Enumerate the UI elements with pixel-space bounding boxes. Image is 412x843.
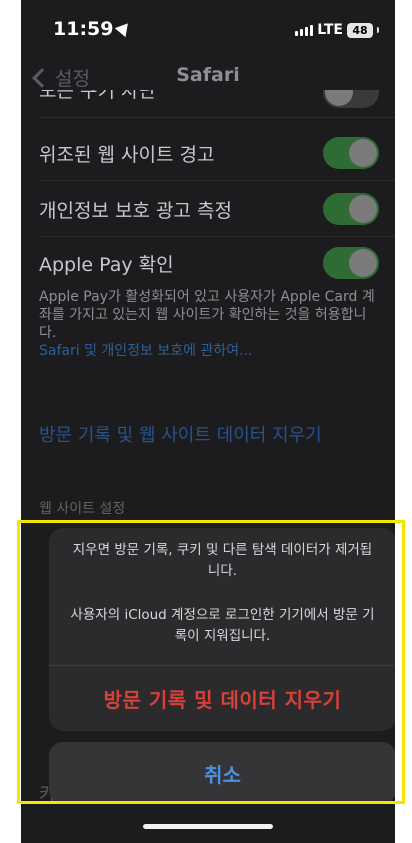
toggle-knob — [349, 249, 377, 277]
settings-row-ad-measurement[interactable]: 개인정보 보호 광고 측정 — [21, 181, 395, 237]
row-label: 개인정보 보호 광고 측정 — [39, 199, 232, 222]
clear-history-button[interactable]: 방문 기록 및 웹 사이트 데이터 지우기 — [21, 408, 395, 460]
row-divider — [39, 117, 395, 118]
toggle-knob — [349, 195, 377, 223]
row-label: Apple Pay 확인 — [39, 253, 174, 276]
footnote-text: Apple Pay가 활성화되어 있고 사용자가 Apple Card 계좌를 … — [39, 289, 375, 341]
settings-row-fraud-warning[interactable]: 위조된 웹 사이트 경고 — [21, 125, 395, 181]
clear-history-label: 방문 기록 및 웹 사이트 데이터 지우기 — [39, 425, 322, 446]
settings-row-apple-pay[interactable]: Apple Pay 확인 — [21, 235, 395, 291]
toggle-knob — [349, 139, 377, 167]
ad-measurement-toggle[interactable] — [323, 193, 379, 225]
status-indicators: LTE 48 — [295, 22, 379, 38]
highlight-box — [17, 520, 405, 804]
status-time: 11:59 — [53, 18, 134, 40]
location-arrow-icon — [115, 18, 134, 38]
fraud-warning-toggle[interactable] — [323, 137, 379, 169]
toggle-knob — [325, 90, 353, 106]
battery-icon: 48 — [347, 22, 373, 38]
settings-row-block-cookies[interactable]: 모든 쿠키 차단 — [21, 90, 395, 118]
page-title: Safari — [176, 64, 240, 86]
row-label: 위조된 웹 사이트 경고 — [39, 143, 215, 166]
status-time-text: 11:59 — [53, 18, 114, 40]
home-indicator[interactable] — [143, 824, 273, 829]
apple-pay-footnote: Apple Pay가 활성화되어 있고 사용자가 Apple Card 계좌를 … — [39, 288, 377, 360]
apple-pay-toggle[interactable] — [323, 247, 379, 279]
block-cookies-toggle[interactable] — [323, 90, 379, 108]
section-header-website-settings: 웹 사이트 설정 — [39, 501, 126, 517]
battery-tip — [377, 27, 379, 33]
signal-icon — [295, 24, 314, 36]
privacy-link[interactable]: Safari 및 개인정보 보호에 관하여... — [39, 342, 377, 360]
network-type: LTE — [317, 22, 343, 38]
row-label: 모든 쿠키 차단 — [39, 90, 156, 102]
